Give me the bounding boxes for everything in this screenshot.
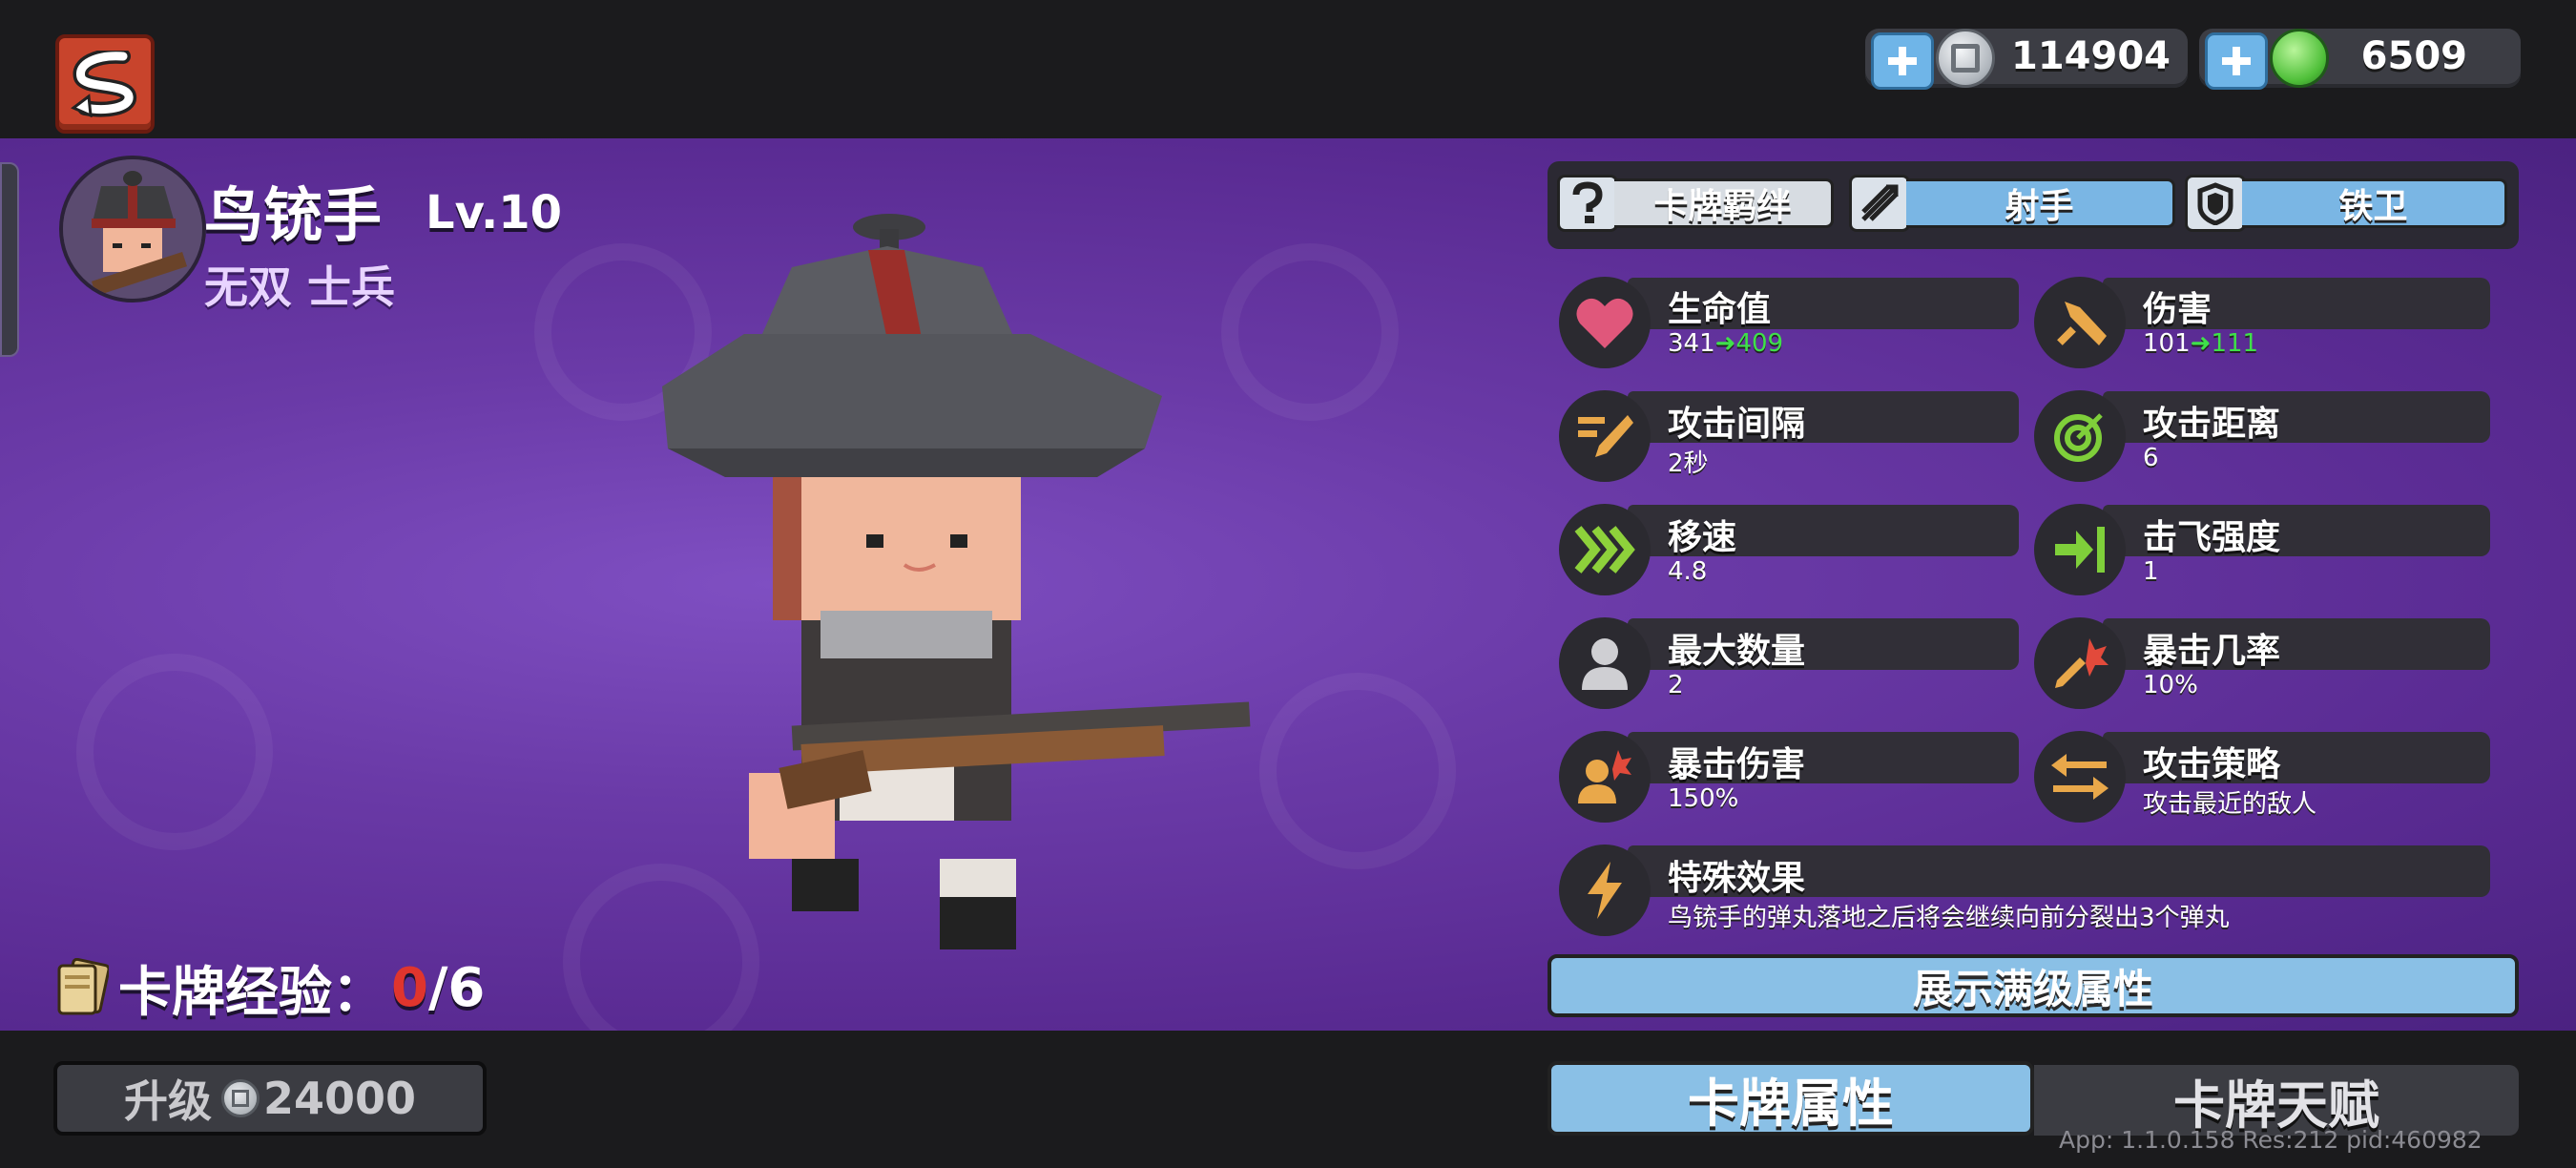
stat-special-name: 特殊效果 (1668, 859, 1806, 898)
background-pattern (76, 654, 273, 850)
card-exp-current: 0 (391, 956, 428, 1019)
stat-move-speed-value: 4.8 (1668, 557, 1708, 586)
unit-name: 鸟铳手 (204, 180, 383, 250)
unit-portrait (59, 156, 206, 302)
stat-crit-chance-value: 10% (2143, 671, 2198, 699)
character-face (773, 477, 1021, 620)
speed-sword-icon (1559, 390, 1651, 482)
stat-attack-interval-value: 2秒 (1668, 449, 1709, 478)
stat-attack-interval-name: 攻击间隔 (1668, 405, 1806, 444)
add-silver-button[interactable] (1871, 32, 1934, 90)
stat-crit-damage-value: 150% (1668, 784, 1739, 813)
stat-damage-name: 伤害 (2143, 290, 2212, 329)
stat-crit-chance-name: 暴击几率 (2143, 632, 2281, 671)
unit-rarity: 无双 士兵 (204, 261, 396, 313)
stat-knockback-value: 1 (2143, 557, 2159, 586)
tab-card-attributes[interactable]: 卡牌属性 (1548, 1061, 2034, 1136)
add-gems-button[interactable] (2205, 32, 2268, 90)
character-hat (662, 214, 1162, 477)
stat-move-speed-name: 移速 (1668, 518, 1737, 557)
heart-icon (1559, 277, 1651, 368)
back-button[interactable] (55, 34, 155, 134)
stat-hp-value: 341➜409 (1668, 329, 1784, 358)
unit-detail-panel: 鸟铳手 Lv.10 无双 士兵 卡牌经验： 0 / 6 卡牌羁绊 射手 铁卫 生… (0, 138, 2576, 1031)
card-exp-separator: / (427, 956, 448, 1019)
stat-special-value: 鸟铳手的弹丸落地之后将会继续向前分裂出3个弹丸 (1668, 904, 2230, 932)
card-exp-max: 6 (447, 956, 486, 1019)
musketeer-portrait-icon (63, 159, 202, 299)
question-icon (1557, 175, 1618, 232)
tag-shooter[interactable]: 射手 (1849, 175, 2175, 232)
knockback-icon (2034, 504, 2126, 595)
swap-arrows-icon (2034, 731, 2126, 823)
crit-person-icon (1559, 731, 1651, 823)
tag-iron-guard-label: 铁卫 (2242, 178, 2507, 228)
stat-hp-name: 生命值 (1668, 290, 1772, 329)
unit-tags: 卡牌羁绊 射手 铁卫 (1548, 161, 2519, 249)
gem-icon (2270, 29, 2329, 88)
silver-coin-icon (1936, 29, 1995, 88)
stat-attack-range-value: 6 (2143, 444, 2159, 472)
stat-crit-damage-name: 暴击伤害 (1668, 745, 1806, 784)
upgrade-label: 升级 (123, 1075, 212, 1127)
plus-icon (1888, 47, 1917, 75)
target-icon (2034, 390, 2126, 482)
silver-amount: 114904 (2011, 34, 2171, 78)
stat-strategy-name: 攻击策略 (2143, 745, 2281, 784)
unit-level: Lv.10 (426, 186, 562, 240)
lightning-icon (1559, 845, 1651, 936)
card-exp-row: 卡牌经验： 0 / 6 (55, 954, 486, 1024)
bottom-bar: 升级 24000 卡牌属性 卡牌天赋 App: 1.1.0.158 Res:21… (0, 1031, 2576, 1168)
stat-attack-range-name: 攻击距离 (2143, 405, 2281, 444)
silver-currency: 114904 (1865, 29, 2188, 90)
chevrons-icon (1559, 504, 1651, 595)
musketeer-character-model[interactable] (649, 191, 1259, 1012)
upgrade-button[interactable]: 升级 24000 (53, 1061, 487, 1136)
tag-card-bond[interactable]: 卡牌羁绊 (1557, 175, 1834, 232)
stat-strategy-value: 攻击最近的敌人 (2143, 790, 2317, 819)
shield-icon (2185, 175, 2246, 232)
side-drawer-handle[interactable] (0, 162, 19, 357)
stat-damage-value: 101➜111 (2143, 329, 2259, 358)
top-bar: 114904 6509 (0, 0, 2576, 138)
tab-card-talents[interactable]: 卡牌天赋 (2034, 1065, 2519, 1136)
card-exp-label: 卡牌经验： (118, 961, 385, 1024)
person-icon (1559, 617, 1651, 709)
show-max-level-button[interactable]: 展示满级属性 (1548, 954, 2519, 1017)
plus-icon (2222, 47, 2251, 75)
card-stack-icon (57, 958, 109, 1015)
tag-iron-guard[interactable]: 铁卫 (2185, 175, 2507, 232)
crit-sword-icon (2034, 617, 2126, 709)
gem-amount: 6509 (2360, 34, 2467, 78)
upgrade-cost: 24000 (262, 1073, 417, 1124)
gem-currency: 6509 (2199, 29, 2521, 90)
stat-max-count-value: 2 (1668, 671, 1684, 699)
silver-coin-icon (220, 1079, 260, 1117)
stat-knockback-name: 击飞强度 (2143, 518, 2281, 557)
background-pattern (1259, 673, 1456, 869)
arrows-icon (1849, 175, 1910, 232)
version-info: App: 1.1.0.158 Res:212 pid:460982 (2059, 1126, 2483, 1154)
sword-icon (2034, 277, 2126, 368)
tag-shooter-label: 射手 (1906, 178, 2175, 228)
tag-card-bond-label: 卡牌羁绊 (1614, 178, 1834, 228)
back-arrow-icon (71, 51, 136, 117)
stat-max-count-name: 最大数量 (1668, 632, 1806, 671)
